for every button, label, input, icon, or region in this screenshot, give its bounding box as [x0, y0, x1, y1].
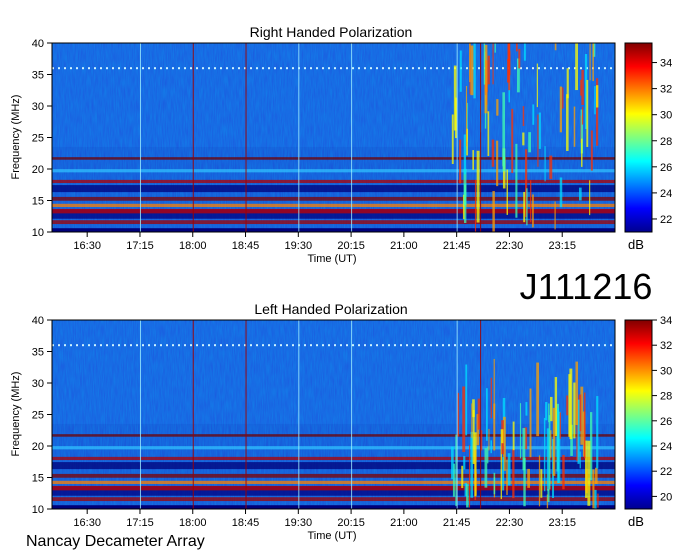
y-tick-label: 20: [32, 164, 44, 176]
event-id-label: J111216: [520, 266, 653, 307]
y-tick-label: 40: [32, 38, 44, 50]
y-axis: 10 15 20 25 30 35 40: [32, 38, 52, 239]
chart-title: Left Handed Polarization: [254, 301, 407, 317]
y-tick-label: 40: [32, 315, 44, 327]
y-axis-label: Frequency (MHz): [10, 372, 22, 457]
y-axis: 10 15 20 25 30 35 40: [32, 315, 52, 516]
x-tick-label: 21:00: [390, 240, 418, 252]
x-tick-label: 21:00: [390, 517, 418, 529]
y-tick-label: 15: [32, 196, 44, 208]
y-tick-label: 35: [32, 70, 44, 82]
colorbar-tick-label: 30: [660, 365, 672, 377]
y-tick-label: 35: [32, 347, 44, 359]
x-axis: 16:30 17:15 18:00 18:45 19:30 20:15 21:00 21:45…: [73, 232, 576, 252]
colorbar-tick-label: 32: [660, 340, 672, 352]
x-axis-label: Time (UT): [307, 253, 356, 265]
colorbar-tick-label: 34: [660, 58, 672, 70]
x-tick-label: 18:45: [232, 240, 260, 252]
colorbar-tick-label: 24: [660, 441, 672, 453]
right-pol-panel: Right Handed Polarization 10 15 20 25 30 35 40…: [10, 24, 672, 265]
x-tick-label: 20:15: [337, 517, 365, 529]
observatory-label: Nancay Decameter Array: [26, 533, 205, 550]
y-tick-label: 25: [32, 410, 44, 422]
colorbar-tick-label: 26: [660, 162, 672, 174]
colorbar-tick-label: 20: [660, 491, 672, 503]
y-tick-label: 30: [32, 101, 44, 113]
y-tick-label: 10: [32, 504, 44, 516]
colorbar: [624, 42, 653, 233]
x-axis: 16:30 17:15 18:00 18:45 19:30 20:15 21:00 21:45…: [73, 509, 576, 529]
x-tick-label: 21:45: [443, 240, 471, 252]
spectrogram-image: [52, 43, 615, 232]
colorbar-ticks: 20 22 24 26 28 30 32 34: [652, 315, 672, 503]
x-axis-label: Time (UT): [307, 530, 356, 542]
colorbar-tick-label: 24: [660, 188, 672, 200]
y-tick-label: 30: [32, 378, 44, 390]
x-tick-label: 22:30: [496, 240, 524, 252]
x-tick-label: 20:15: [337, 240, 365, 252]
x-tick-label: 23:15: [548, 240, 576, 252]
x-tick-label: 18:00: [179, 517, 207, 529]
colorbar-tick-label: 26: [660, 416, 672, 428]
spectrogram-image: [52, 320, 615, 509]
x-tick-label: 16:30: [73, 240, 101, 252]
chart-title: Right Handed Polarization: [250, 24, 413, 40]
x-tick-label: 18:45: [232, 517, 260, 529]
x-tick-label: 19:30: [285, 240, 313, 252]
colorbar-tick-label: 28: [660, 136, 672, 148]
y-tick-label: 20: [32, 441, 44, 453]
y-tick-label: 10: [32, 227, 44, 239]
x-tick-label: 22:30: [496, 517, 524, 529]
colorbar-tick-label: 22: [660, 466, 672, 478]
colorbar-tick-label: 28: [660, 391, 672, 403]
colorbar-ticks: 22 24 26 28 30 32 34: [652, 58, 672, 226]
colorbar-tick-label: 22: [660, 214, 672, 226]
colorbar-tick-label: 32: [660, 84, 672, 96]
x-tick-label: 16:30: [73, 517, 101, 529]
colorbar-tick-label: 34: [660, 315, 672, 327]
x-tick-label: 23:15: [548, 517, 576, 529]
x-tick-label: 17:15: [126, 240, 154, 252]
figure: Right Handed Polarization 10 15 20 25 30 35 40…: [10, 24, 672, 550]
y-tick-label: 25: [32, 133, 44, 145]
left-pol-panel: Left Handed Polarization 10152025303540 …: [10, 301, 672, 542]
y-tick-label: 15: [32, 473, 44, 485]
x-tick-label: 21:45: [443, 517, 471, 529]
colorbar-label: dB: [628, 514, 644, 529]
x-tick-label: 19:30: [285, 517, 313, 529]
colorbar: [624, 319, 653, 510]
colorbar-tick-label: 30: [660, 110, 672, 122]
x-tick-label: 17:15: [126, 517, 154, 529]
y-axis-label: Frequency (MHz): [10, 95, 22, 180]
colorbar-label: dB: [628, 237, 644, 252]
x-tick-label: 18:00: [179, 240, 207, 252]
